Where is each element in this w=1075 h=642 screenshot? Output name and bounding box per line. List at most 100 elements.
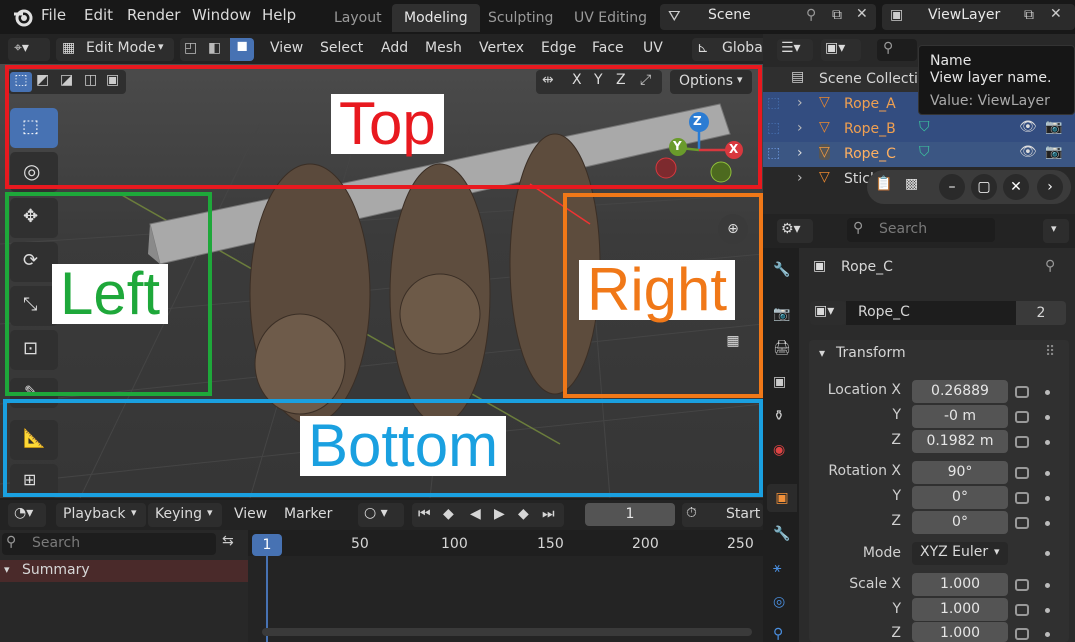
render-tab-icon[interactable]: 📷 — [773, 306, 790, 322]
jump-end-icon[interactable]: ⏭ — [542, 506, 555, 522]
mesh-name-field[interactable]: Rope_C — [846, 301, 1016, 325]
properties-editor-type[interactable]: ⚙▾ — [777, 219, 813, 243]
rotation-x-field[interactable]: 90° — [912, 461, 1008, 484]
next-keyframe-icon[interactable]: ◆ — [518, 506, 529, 522]
play-reverse-icon[interactable]: ◀ — [470, 506, 481, 522]
tool-tab-icon[interactable]: 🔧 — [773, 262, 790, 278]
menu-add[interactable]: Add — [381, 40, 408, 56]
summary-row[interactable]: ▾ Summary — [0, 560, 248, 582]
editor-type-button[interactable]: ⌖▾ — [8, 38, 50, 61]
lock-icon[interactable] — [1015, 411, 1029, 423]
keyframe-dot-icon[interactable] — [1045, 496, 1050, 501]
auto-keying-toggle[interactable]: ○ ▾ — [358, 503, 404, 527]
keyframe-dot-icon[interactable] — [1045, 471, 1050, 476]
keyframe-dot-icon[interactable] — [1045, 521, 1050, 526]
location-y-field[interactable]: -0 m — [912, 405, 1008, 428]
scene-selector[interactable]: ⛛ Scene ⚲ ⧉ ✕ — [660, 4, 876, 30]
tab-sculpting[interactable]: Sculpting — [476, 4, 565, 32]
outliner-item-rope-c[interactable]: ⬚ › ▽ Rope_C ⛉ 👁 📷 — [763, 142, 1075, 167]
channel-search-input[interactable]: ⚲ Search — [2, 533, 216, 555]
keyframe-dot-icon[interactable] — [1045, 390, 1050, 395]
keyframe-dot-icon[interactable] — [1045, 440, 1050, 445]
chevron-right-icon[interactable]: › — [797, 95, 803, 111]
keyframe-dot-icon[interactable] — [1045, 608, 1050, 613]
menu-window[interactable]: Window — [192, 6, 251, 24]
close-icon[interactable]: ✕ — [1050, 6, 1062, 22]
modifier-tab-icon[interactable]: 🔧 — [773, 526, 790, 542]
lock-icon[interactable] — [1015, 492, 1029, 504]
chevron-down-icon[interactable]: ▾ — [819, 346, 825, 360]
menu-face[interactable]: Face — [592, 40, 624, 56]
lock-icon[interactable] — [1015, 628, 1029, 640]
timeline-view-menu[interactable]: View — [234, 506, 267, 522]
pin-icon[interactable]: ⚲ — [806, 7, 816, 23]
keyframe-dot-icon[interactable] — [1045, 583, 1050, 588]
view-layer-name[interactable]: ViewLayer — [928, 7, 1000, 23]
mesh-datablock-selector[interactable]: ▣▾ — [810, 301, 846, 325]
swap-icon[interactable]: ⇆ — [222, 533, 234, 549]
lock-icon[interactable] — [1015, 517, 1029, 529]
face-select-icon[interactable]: ◼ — [230, 38, 254, 61]
playback-menu[interactable]: Playback ▾ — [56, 503, 146, 527]
properties-search-input[interactable]: ⚲ Search — [847, 218, 995, 242]
menu-uv[interactable]: UV — [643, 40, 663, 56]
tab-layout[interactable]: Layout — [322, 4, 394, 32]
view-layer-selector[interactable]: ▣ ViewLayer ⧉ ✕ — [882, 4, 1075, 30]
timeline-editor-type[interactable]: ◔▾ — [8, 503, 46, 527]
close-icon[interactable]: ✕ — [856, 6, 868, 22]
scene-tab-icon[interactable]: ⚱ — [773, 408, 785, 424]
lock-icon[interactable] — [1015, 436, 1029, 448]
maximize-icon[interactable]: ▢ — [971, 174, 997, 200]
mode-selector[interactable]: ▦ Edit Mode ▾ — [56, 38, 174, 61]
particles-tab-icon[interactable]: ⚹ — [773, 560, 781, 576]
menu-render[interactable]: Render — [127, 6, 180, 24]
playhead-frame[interactable]: 1 — [252, 534, 282, 556]
menu-mesh[interactable]: Mesh — [425, 40, 462, 56]
chevron-right-icon[interactable]: › — [797, 145, 803, 161]
view-layer-tab-icon[interactable]: ▣ — [773, 374, 786, 390]
clipboard-icon[interactable]: 📋 — [875, 176, 892, 192]
menu-help[interactable]: Help — [262, 6, 296, 24]
play-icon[interactable]: ▶ — [494, 506, 505, 522]
menu-view[interactable]: View — [270, 40, 303, 56]
menu-vertex[interactable]: Vertex — [479, 40, 524, 56]
3d-viewport[interactable]: ⬚ ◩ ◪ ◫ ▣ ⇹ X Y Z ⤢ Options ▾ Z Y X ⊕ ▦ … — [0, 64, 763, 498]
current-frame-field[interactable]: 1 — [585, 503, 675, 526]
pin-icon[interactable]: ⚲ — [1045, 258, 1055, 274]
chevron-right-icon[interactable]: › — [797, 170, 803, 186]
start-frame-field[interactable]: ⏱ Start — [682, 503, 763, 527]
location-x-field[interactable]: 0.26889 — [912, 380, 1008, 403]
mesh-users-count[interactable]: 2 — [1016, 301, 1066, 325]
keyframe-dot-icon[interactable] — [1045, 415, 1050, 420]
rotation-y-field[interactable]: 0° — [912, 486, 1008, 509]
tab-uv-editing[interactable]: UV Editing — [562, 4, 659, 32]
transform-orientation[interactable]: ⊾ Globa — [692, 38, 763, 61]
lock-icon[interactable] — [1015, 467, 1029, 479]
object-tab-icon[interactable]: ▣ — [767, 484, 797, 512]
menu-file[interactable]: File — [41, 6, 66, 24]
vertex-select-icon[interactable]: ◰ — [184, 40, 204, 59]
new-view-layer-icon[interactable]: ⧉ — [1024, 7, 1034, 23]
drag-handle-icon[interactable]: ⠿ — [1045, 344, 1055, 360]
timeline-area[interactable]: ⚲ Search ⇆ ▾ Summary 1 50 100 150 200 25… — [0, 530, 763, 642]
world-tab-icon[interactable]: ◉ — [773, 442, 785, 458]
output-tab-icon[interactable]: 🖨 — [773, 340, 791, 356]
constraints-tab-icon[interactable]: ⚲ — [773, 626, 783, 642]
menu-edit[interactable]: Edit — [84, 6, 113, 24]
menu-select[interactable]: Select — [320, 40, 363, 56]
edge-select-icon[interactable]: ◧ — [208, 40, 228, 59]
rotation-z-field[interactable]: 0° — [912, 511, 1008, 534]
keyframe-dot-icon[interactable] — [1045, 551, 1050, 556]
lock-icon[interactable] — [1015, 579, 1029, 591]
visibility-eye-icon[interactable]: 👁 — [1019, 119, 1037, 135]
new-scene-icon[interactable]: ⧉ — [832, 7, 842, 23]
lock-icon[interactable] — [1015, 386, 1029, 398]
blender-logo-icon[interactable] — [12, 6, 34, 28]
render-camera-icon[interactable]: 📷 — [1045, 119, 1062, 135]
scale-x-field[interactable]: 1.000 — [912, 573, 1008, 596]
transform-panel-title[interactable]: Transform — [836, 345, 906, 361]
tab-modeling[interactable]: Modeling — [392, 4, 480, 32]
menu-edge[interactable]: Edge — [541, 40, 576, 56]
keying-menu[interactable]: Keying ▾ — [148, 503, 222, 527]
physics-tab-icon[interactable]: ◎ — [773, 594, 785, 610]
